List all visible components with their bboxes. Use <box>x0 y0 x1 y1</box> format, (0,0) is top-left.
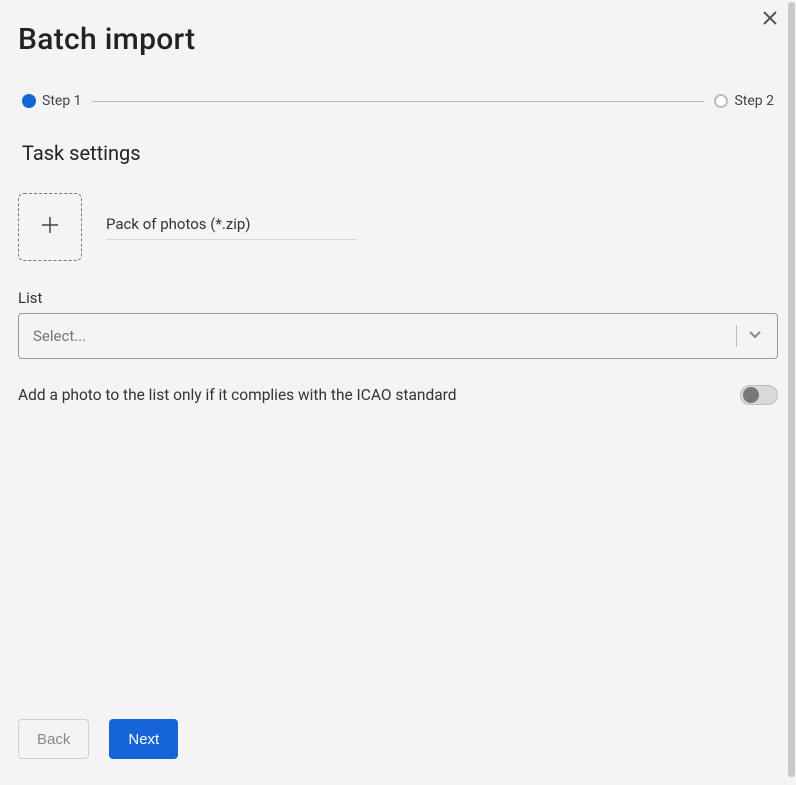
step-2-label: Step 2 <box>734 93 774 109</box>
upload-label: Pack of photos (*.zip) <box>106 215 251 233</box>
step-1[interactable]: Step 1 <box>22 93 82 109</box>
icao-toggle-row: Add a photo to the list only if it compl… <box>18 385 778 405</box>
scrollbar-track[interactable] <box>788 0 795 785</box>
step-1-label: Step 1 <box>42 93 82 109</box>
upload-label-wrap: Pack of photos (*.zip) <box>106 214 356 240</box>
batch-import-modal: Batch import Step 1 Step 2 Task settings… <box>0 0 796 785</box>
list-select[interactable]: Select... <box>18 313 778 359</box>
upload-dropzone[interactable] <box>18 193 82 261</box>
step-1-dot-icon <box>22 94 36 108</box>
close-button[interactable] <box>758 6 782 34</box>
section-title: Task settings <box>22 141 774 165</box>
icao-toggle-label: Add a photo to the list only if it compl… <box>18 386 456 404</box>
page-title: Batch import <box>18 22 778 57</box>
icao-toggle[interactable] <box>740 385 778 405</box>
list-field-label: List <box>18 289 778 307</box>
scrollbar-thumb[interactable] <box>788 2 795 777</box>
plus-icon <box>40 215 60 239</box>
step-divider <box>92 101 705 102</box>
step-2-dot-icon <box>714 94 728 108</box>
upload-row: Pack of photos (*.zip) <box>18 193 778 261</box>
stepper: Step 1 Step 2 <box>22 93 774 109</box>
list-select-wrap: Select... <box>18 313 778 359</box>
chevron-down-icon <box>747 326 763 346</box>
close-icon <box>762 11 778 30</box>
spacer <box>18 405 778 719</box>
toggle-knob-icon <box>743 387 759 403</box>
next-button[interactable]: Next <box>109 719 178 759</box>
step-2[interactable]: Step 2 <box>714 93 774 109</box>
footer: Back Next <box>18 719 778 759</box>
list-select-placeholder: Select... <box>33 327 730 345</box>
back-button[interactable]: Back <box>18 719 89 759</box>
select-divider <box>736 325 737 347</box>
